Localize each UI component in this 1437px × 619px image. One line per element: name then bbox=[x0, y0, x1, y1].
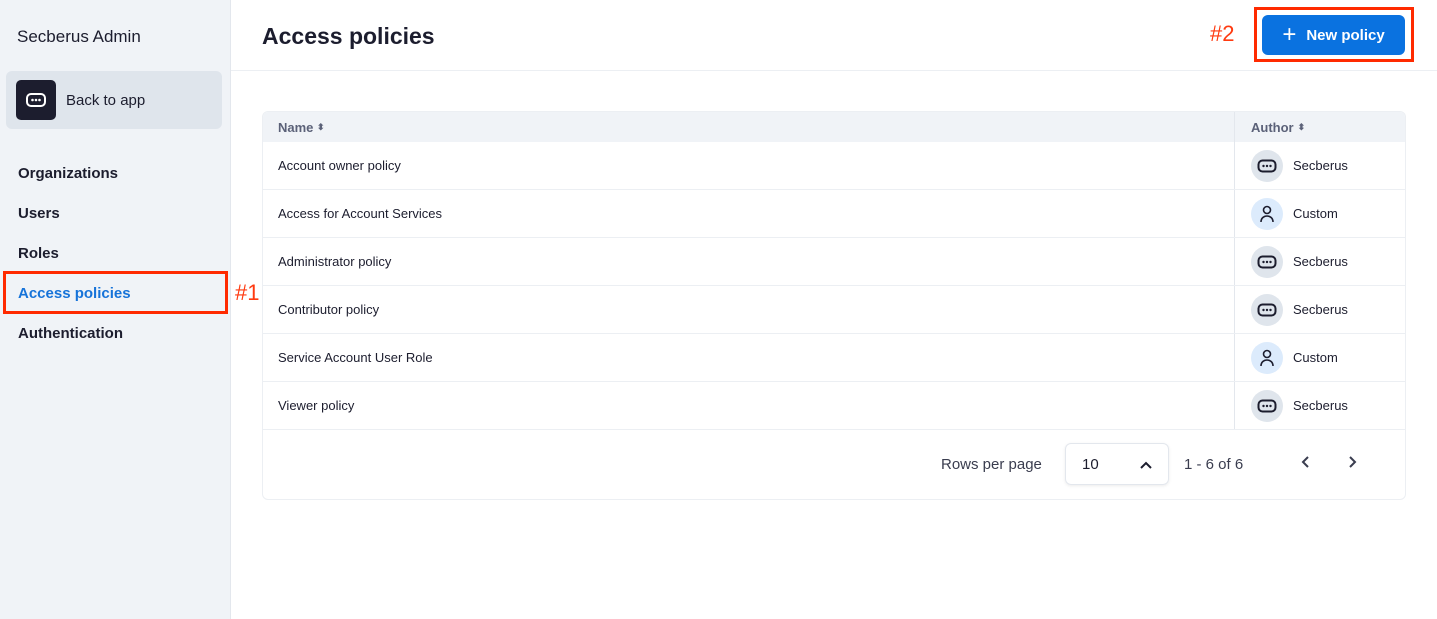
policies-table: Name ⬍ Author ⬍ Account owner policy Secbe… bbox=[262, 111, 1406, 500]
author-name: Secberus bbox=[1293, 254, 1348, 269]
annotation-label-1: #1 bbox=[235, 280, 260, 305]
nav-users[interactable]: Users bbox=[18, 205, 60, 222]
pagination-range: 1 - 6 of 6 bbox=[1184, 456, 1244, 473]
author-name: Secberus bbox=[1293, 302, 1348, 317]
rows-per-page-select[interactable]: 10 bbox=[1065, 443, 1169, 485]
table-row[interactable]: Access for Account Services Custom bbox=[263, 190, 1405, 238]
policy-author: Secberus bbox=[1235, 238, 1405, 285]
author-name: Custom bbox=[1293, 350, 1338, 365]
nav-roles[interactable]: Roles bbox=[18, 245, 59, 262]
page-title: Access policies bbox=[262, 23, 435, 49]
column-name-header[interactable]: Name ⬍ bbox=[263, 112, 1235, 142]
policy-author: Secberus bbox=[1235, 286, 1405, 333]
table-row[interactable]: Contributor policy Secberus bbox=[263, 286, 1405, 334]
back-to-app-button[interactable]: Back to app bbox=[6, 71, 222, 129]
policy-name[interactable]: Account owner policy bbox=[263, 142, 1235, 189]
secberus-logo-icon bbox=[1251, 149, 1283, 182]
policy-author: Custom bbox=[1235, 190, 1405, 237]
secberus-logo-icon bbox=[1251, 293, 1283, 326]
back-to-app-label: Back to app bbox=[66, 91, 146, 109]
user-icon bbox=[1251, 197, 1283, 230]
user-icon bbox=[1251, 341, 1283, 374]
rows-per-page-label: Rows per page bbox=[941, 456, 1042, 473]
annotation-box-1 bbox=[3, 271, 228, 314]
table-row[interactable]: Viewer policy Secberus bbox=[263, 382, 1405, 430]
next-page-button[interactable] bbox=[1348, 453, 1358, 474]
policy-author: Custom bbox=[1235, 334, 1405, 381]
table-row[interactable]: Administrator policy Secberus bbox=[263, 238, 1405, 286]
table-row[interactable]: Account owner policy Secberus bbox=[263, 142, 1405, 190]
author-name: Secberus bbox=[1293, 158, 1348, 173]
nav-organizations[interactable]: Organizations bbox=[18, 165, 118, 182]
sort-icon: ⬍ bbox=[1297, 121, 1306, 132]
policy-author: Secberus bbox=[1235, 382, 1405, 429]
annotation-label-2: #2 bbox=[1210, 21, 1235, 46]
secberus-logo-icon bbox=[1251, 245, 1283, 278]
author-name: Secberus bbox=[1293, 398, 1348, 413]
annotation-box-2 bbox=[1254, 7, 1414, 62]
policy-name[interactable]: Service Account User Role bbox=[263, 334, 1235, 381]
table-header: Name ⬍ Author ⬍ bbox=[263, 112, 1405, 142]
prev-page-button[interactable] bbox=[1300, 453, 1310, 474]
policy-name[interactable]: Contributor policy bbox=[263, 286, 1235, 333]
secberus-logo-icon bbox=[1251, 389, 1283, 422]
policy-name[interactable]: Viewer policy bbox=[263, 382, 1235, 429]
author-name: Custom bbox=[1293, 206, 1338, 221]
policy-author: Secberus bbox=[1235, 142, 1405, 189]
policy-name[interactable]: Administrator policy bbox=[263, 238, 1235, 285]
chevron-up-icon bbox=[1140, 456, 1152, 473]
nav-authentication[interactable]: Authentication bbox=[18, 325, 123, 342]
secberus-logo-icon bbox=[16, 80, 56, 120]
policy-name[interactable]: Access for Account Services bbox=[263, 190, 1235, 237]
column-author-header[interactable]: Author ⬍ bbox=[1235, 112, 1405, 142]
sort-icon: ⬍ bbox=[317, 121, 325, 132]
table-row[interactable]: Service Account User Role Custom bbox=[263, 334, 1405, 382]
brand-title: Secberus Admin bbox=[17, 27, 141, 46]
